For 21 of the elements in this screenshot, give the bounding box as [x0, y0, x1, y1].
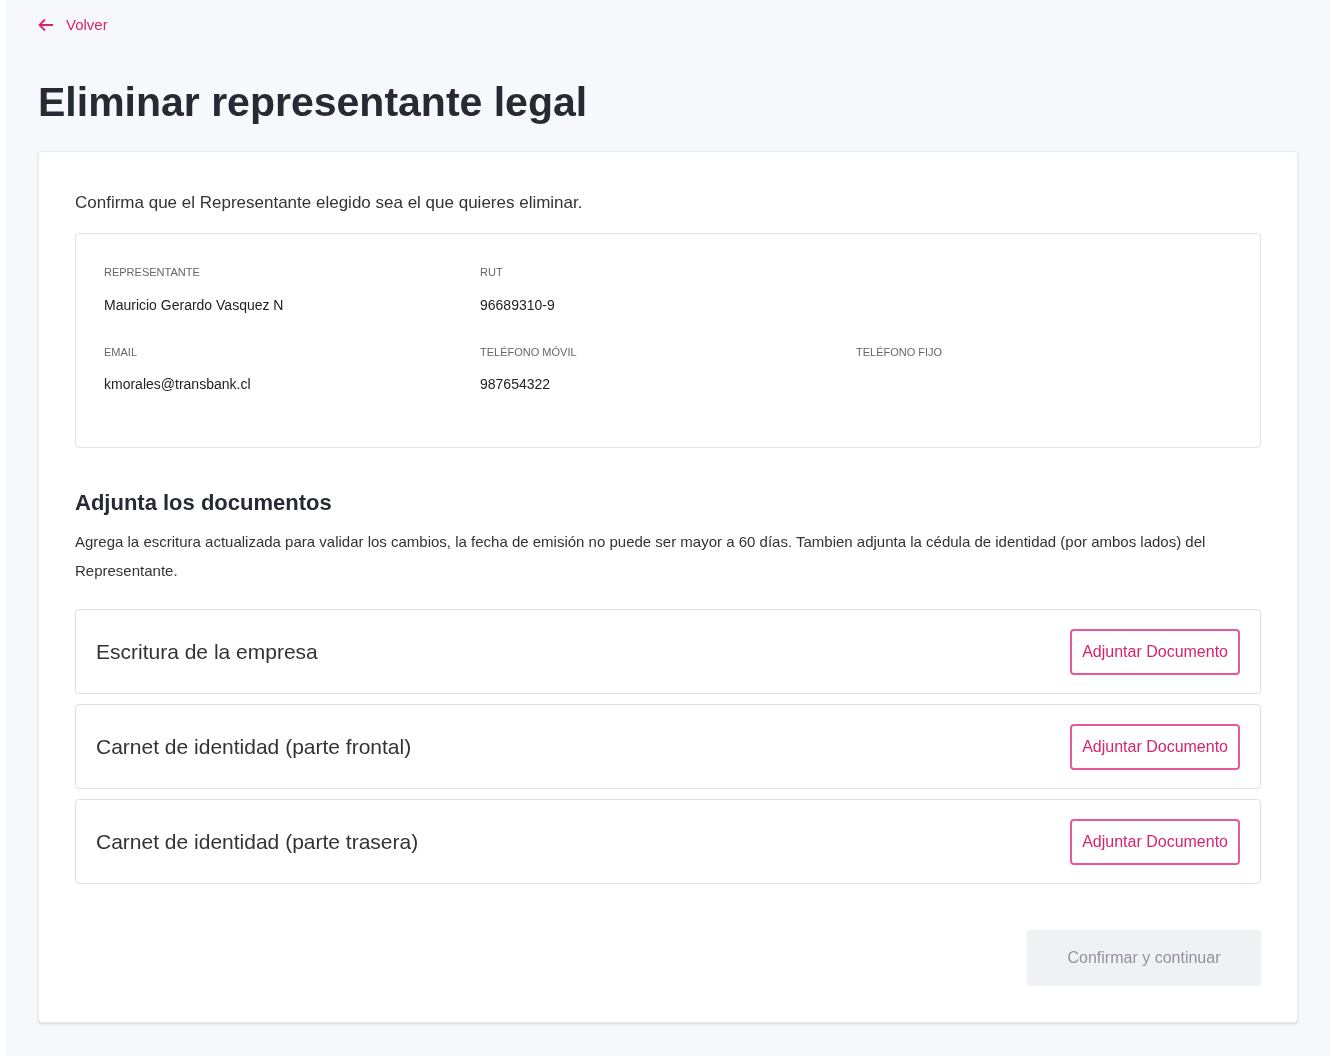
attach-document-button[interactable]: Adjuntar Documento	[1070, 723, 1240, 770]
field-value: 96689310-9	[480, 295, 556, 315]
document-label: Carnet de identidad (parte frontal)	[96, 733, 412, 760]
attach-document-button[interactable]: Adjuntar Documento	[1070, 818, 1240, 865]
field-value: kmorales@transbank.cl	[104, 375, 252, 394]
document-label: Escritura de la empresa	[96, 638, 318, 665]
back-link[interactable]: Volver	[38, 14, 108, 37]
arrow-left-icon	[38, 18, 54, 33]
attach-document-button[interactable]: Adjuntar Documento	[1070, 628, 1240, 675]
section-heading: Adjunta los documentos	[75, 489, 333, 517]
intro-text: Confirma que el Representante elegido sea el que quieres eliminar.	[75, 191, 584, 214]
document-label: Carnet de identidad (parte trasera)	[96, 828, 419, 855]
field-label: TELÉFONO MÓVIL	[480, 344, 578, 360]
section-description: Agrega la escritura actualizada para validar los cambios, la fecha de emisión no puede ser mayor a 60 días. Tambien adjunta la cédula de identidad (por ambos lados) del Representante.	[75, 532, 1207, 581]
field-value: Mauricio Gerardo Vasquez N	[104, 295, 285, 315]
field-label: REPRESENTANTE	[104, 265, 201, 280]
field-label: TELÉFONO FIJO	[856, 344, 944, 360]
field-value: 987654322	[480, 375, 552, 394]
field-label: EMAIL	[104, 344, 138, 360]
page-title: Eliminar representante legal	[38, 78, 589, 128]
field-label: RUT	[480, 265, 504, 280]
